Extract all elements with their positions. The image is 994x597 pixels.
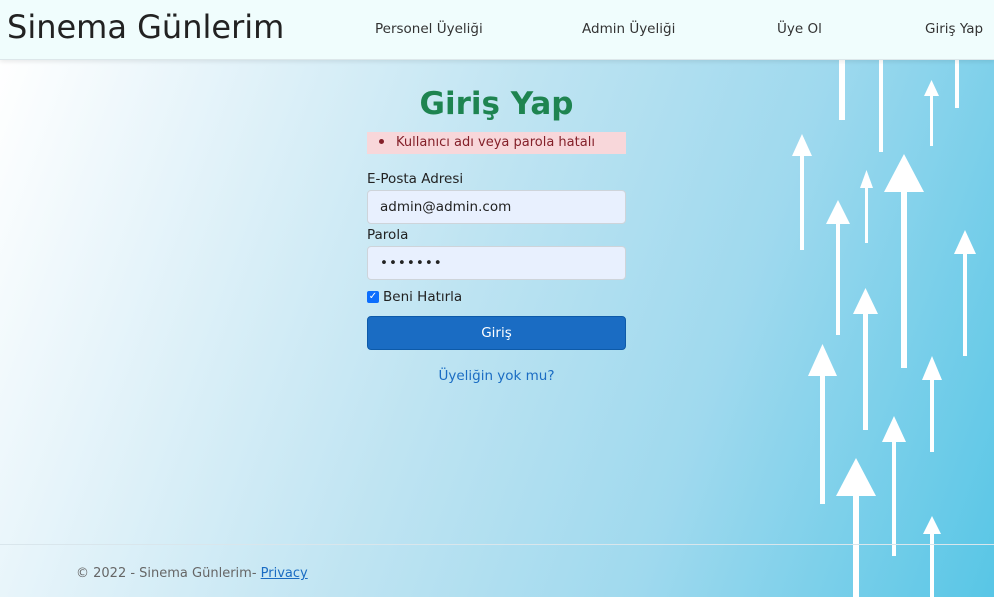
remember-me: ✓ Beni Hatırla — [367, 289, 462, 305]
nav-giris-yap[interactable]: Giriş Yap — [925, 21, 983, 37]
email-label: E-Posta Adresi — [367, 171, 464, 187]
error-list-item: Kullanıcı adı veya parola hatalı — [377, 135, 626, 150]
password-label: Parola — [367, 227, 409, 243]
privacy-link[interactable]: Privacy — [261, 566, 308, 581]
nav-admin-uyeligi[interactable]: Admin Üyeliği — [582, 21, 675, 37]
email-field[interactable] — [367, 190, 626, 224]
top-navbar: Sinema Günlerim Personel Üyeliği Admin Ü… — [0, 0, 994, 60]
bullet-icon — [379, 139, 384, 144]
footer: © 2022 - Sinema Günlerim- Privacy — [76, 566, 308, 581]
remember-me-label[interactable]: Beni Hatırla — [383, 289, 462, 305]
nav-personel-uyeligi[interactable]: Personel Üyeliği — [375, 21, 483, 37]
password-field[interactable] — [367, 246, 626, 280]
validation-error-alert: Kullanıcı adı veya parola hatalı — [367, 132, 626, 154]
footer-copyright: © 2022 - Sinema Günlerim- — [76, 566, 261, 581]
login-button[interactable]: Giriş — [367, 316, 626, 350]
page-title: Giriş Yap — [419, 86, 574, 122]
remember-me-checkbox[interactable]: ✓ — [367, 291, 379, 303]
nav-uye-ol[interactable]: Üye Ol — [777, 21, 822, 37]
signup-link[interactable]: Üyeliğin yok mu? — [367, 368, 626, 384]
footer-divider — [0, 544, 994, 545]
brand-logo[interactable]: Sinema Günlerim — [7, 8, 284, 46]
error-message: Kullanıcı adı veya parola hatalı — [396, 135, 595, 150]
main-content: Giriş Yap Kullanıcı adı veya parola hata… — [0, 60, 994, 597]
